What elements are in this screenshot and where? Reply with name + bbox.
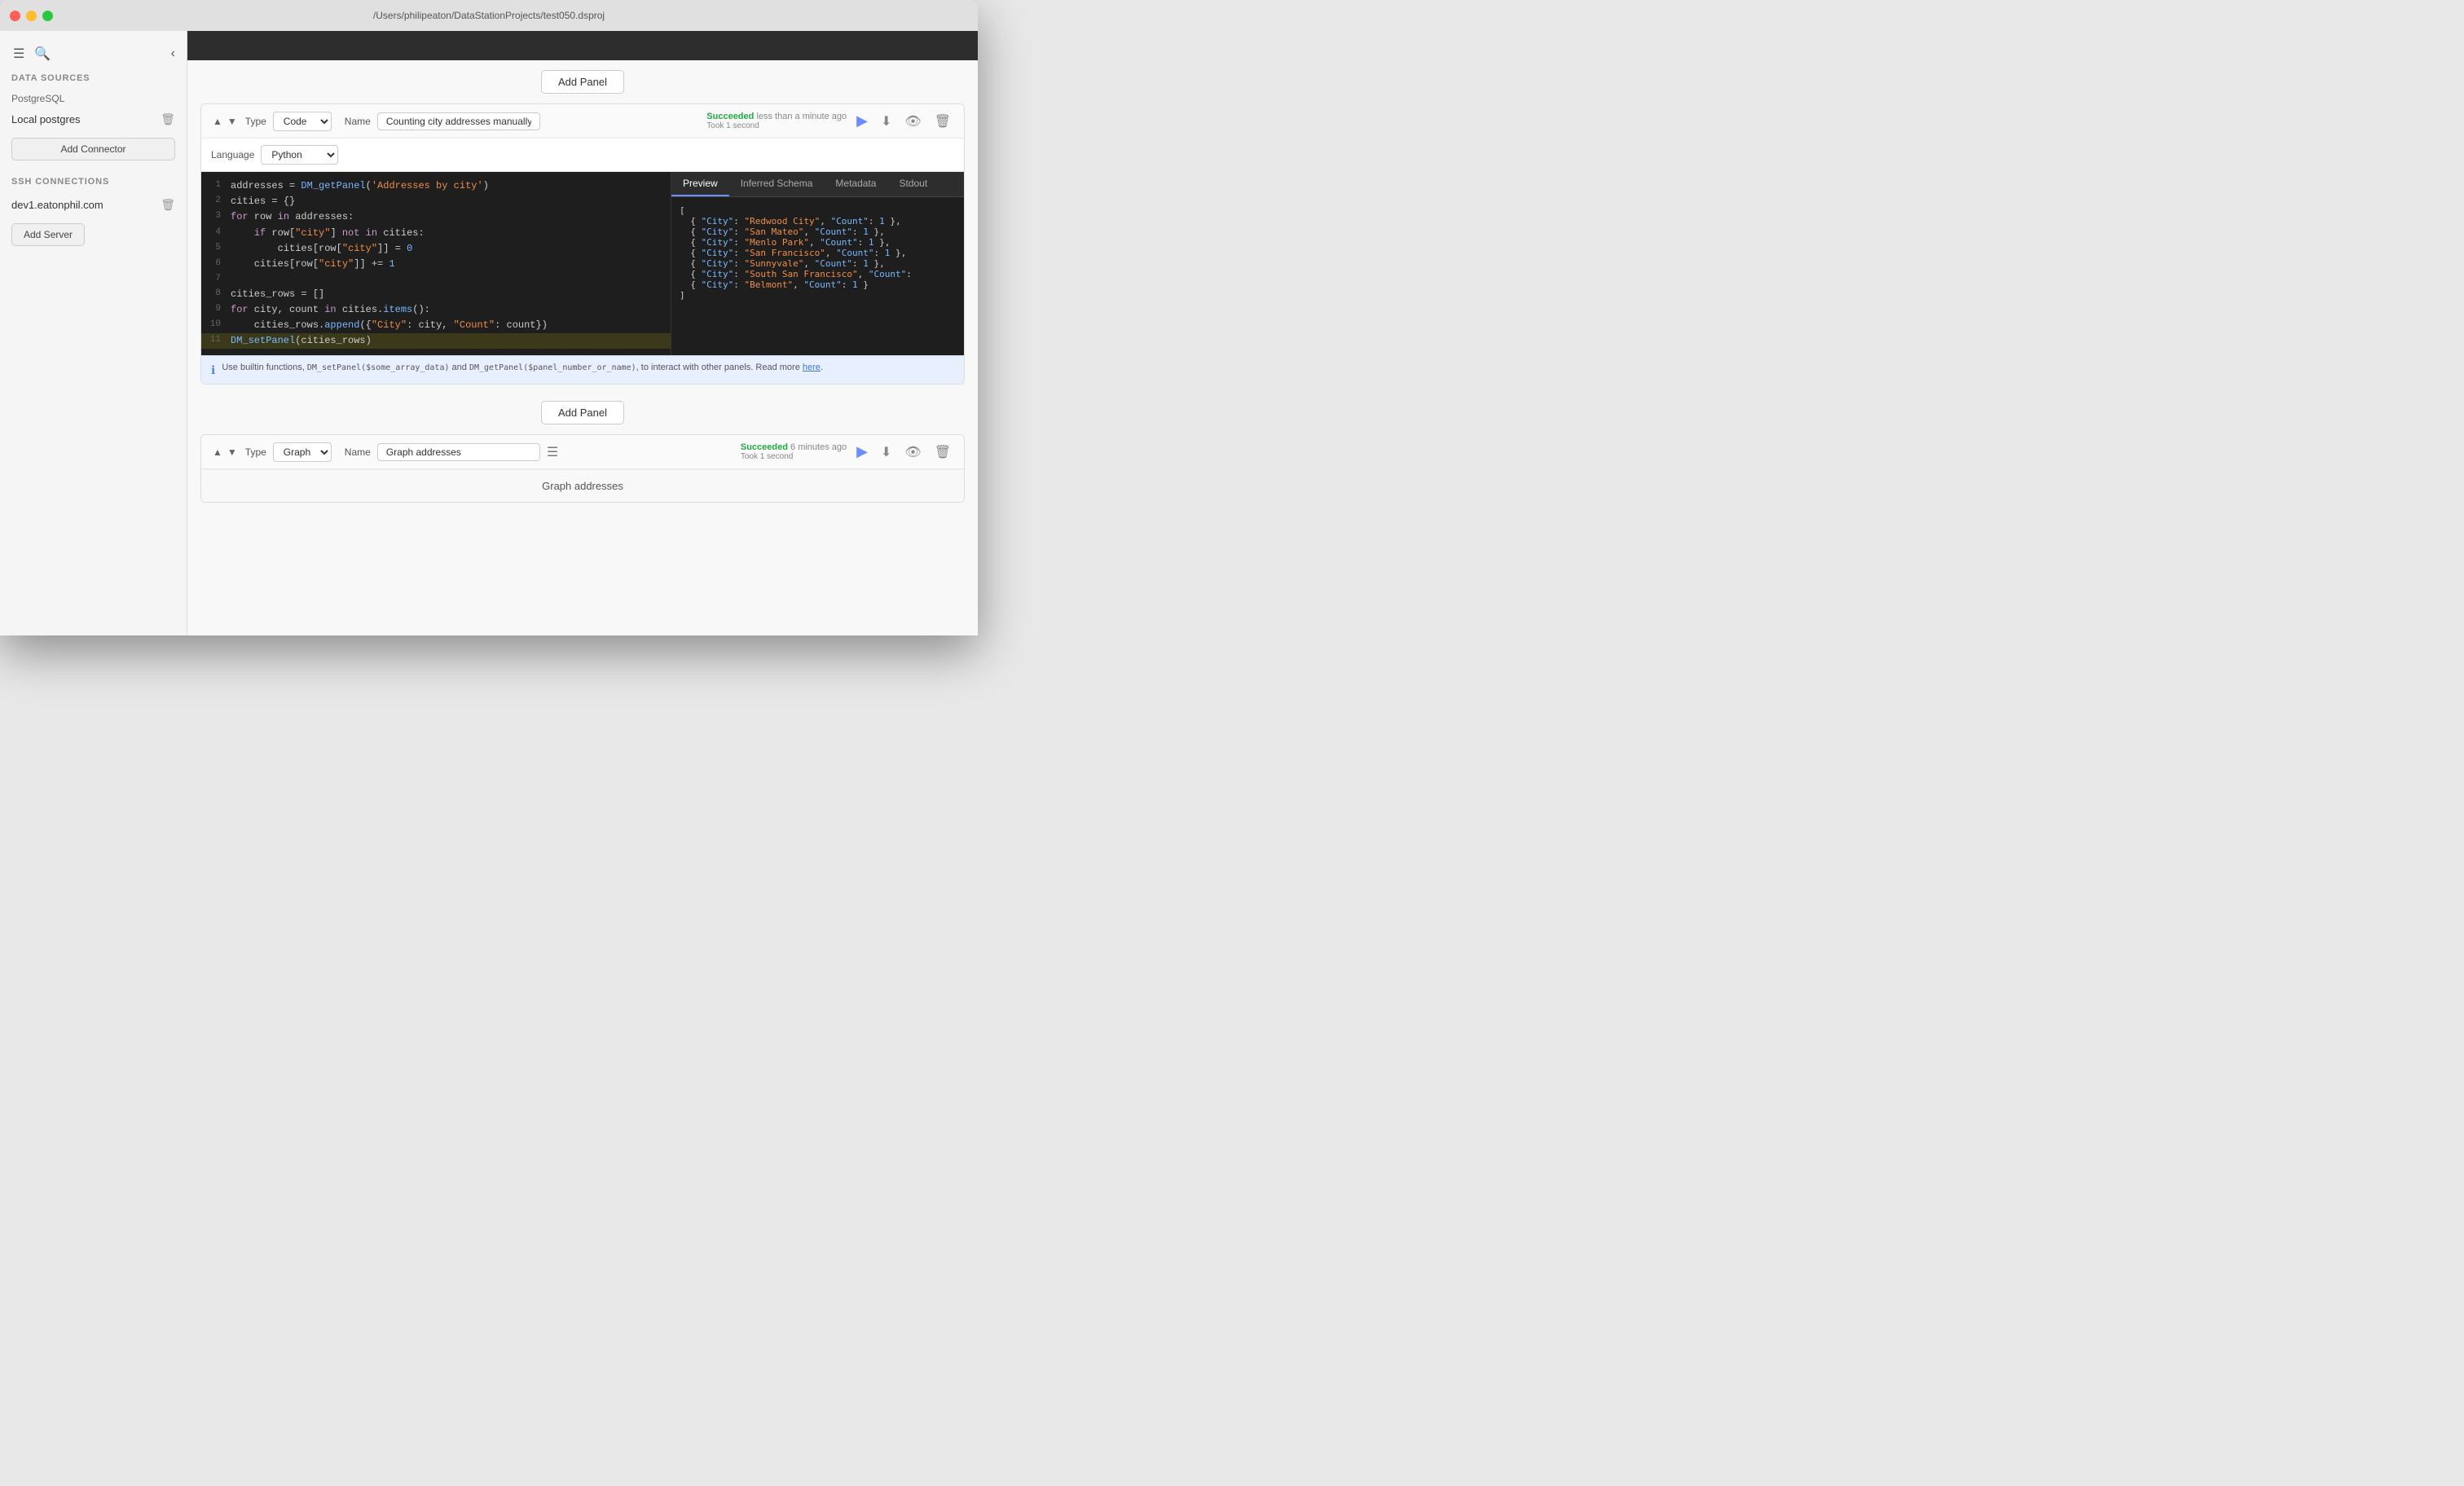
sidebar: ☰ 🔍 ‹ DATA SOURCES PostgreSQL Local post… <box>0 31 187 635</box>
delete-local-postgres-icon[interactable]: 🗑 <box>161 112 175 126</box>
graph-name-input[interactable] <box>377 443 540 461</box>
graph-panel-actions: ▶ ⬇ 👁 🗑 <box>853 442 954 462</box>
dm-set-code: DM_setPanel($some_array_data) <box>307 363 450 372</box>
panel-body: 1 addresses = DM_getPanel('Addresses by … <box>201 172 964 355</box>
hide-icon[interactable]: 👁 <box>901 112 924 131</box>
ssh-item-label: dev1.eatonphil.com <box>11 199 103 211</box>
tab-preview[interactable]: Preview <box>671 172 729 196</box>
code-line-1: 1 addresses = DM_getPanel('Addresses by … <box>201 178 671 194</box>
here-link[interactable]: here <box>803 363 821 372</box>
code-line-5: 5 cities[row["city"]] = 0 <box>201 241 671 257</box>
maximize-button[interactable] <box>42 11 53 21</box>
local-postgres-item[interactable]: Local postgres 🗑 <box>0 108 187 131</box>
delete-panel-icon[interactable]: 🗑 <box>931 112 954 131</box>
code-line-10: 10 cities_rows.append({"City": city, "Co… <box>201 318 671 333</box>
ssh-section: SSH CONNECTIONS dev1.eatonphil.com 🗑 Add… <box>0 177 187 253</box>
graph-menu-icon[interactable]: ☰ <box>547 444 558 460</box>
graph-title: Graph addresses <box>542 480 623 492</box>
graph-panel-down-arrow[interactable]: ▼ <box>226 445 239 459</box>
name-label: Name <box>345 116 371 127</box>
title-bar: /Users/philipeaton/DataStationProjects/t… <box>0 0 978 31</box>
graph-panel-status: Succeeded 6 minutes ago Took 1 second <box>741 442 847 461</box>
magnify-icon[interactable]: 🔍 <box>33 44 52 64</box>
code-panel: ▲ ▼ Type Code Graph Name Succeeded less … <box>200 103 965 385</box>
code-line-2: 2 cities = {} <box>201 194 671 209</box>
panel-name-input[interactable] <box>377 112 540 130</box>
graph-panel: ▲ ▼ Type Graph Code Name ☰ Succeeded 6 m… <box>200 434 965 503</box>
code-line-7: 7 <box>201 272 671 287</box>
top-bar <box>187 31 978 60</box>
ssh-item[interactable]: dev1.eatonphil.com 🗑 <box>0 193 187 217</box>
status-time: less than a minute ago <box>756 112 847 121</box>
local-postgres-label: Local postgres <box>11 113 81 125</box>
preview-content: [ { "City": "Redwood City", "Count": 1 }… <box>671 197 964 355</box>
download-icon[interactable]: ⬇ <box>878 112 895 131</box>
ssh-connections-label: SSH CONNECTIONS <box>0 177 187 193</box>
close-button[interactable] <box>10 11 20 21</box>
language-select[interactable]: Python JavaScript <box>261 145 338 165</box>
postgresql-label: PostgreSQL <box>0 90 187 108</box>
preview-panel: Preview Inferred Schema Metadata Stdout … <box>671 172 964 355</box>
status-succeeded: Succeeded <box>706 112 754 121</box>
add-panel-button-top[interactable]: Add Panel <box>541 70 624 94</box>
type-label: Type <box>245 116 266 127</box>
code-panel-header: ▲ ▼ Type Code Graph Name Succeeded less … <box>201 104 964 138</box>
add-panel-button-middle[interactable]: Add Panel <box>541 401 624 424</box>
graph-type-select[interactable]: Graph Code <box>273 442 332 462</box>
panel-type-select[interactable]: Code Graph <box>273 112 332 131</box>
run-button[interactable]: ▶ <box>853 111 871 131</box>
graph-status-time: 6 minutes ago <box>790 442 847 452</box>
info-icon: ℹ <box>211 363 215 377</box>
code-line-4: 4 if row["city"] not in cities: <box>201 226 671 241</box>
sidebar-collapse-button[interactable]: ‹ <box>171 46 175 61</box>
sidebar-top: ☰ 🔍 ‹ <box>0 41 187 73</box>
main-content: Add Panel ▲ ▼ Type Code Graph Name Succe… <box>187 31 978 635</box>
graph-panel-header: ▲ ▼ Type Graph Code Name ☰ Succeeded 6 m… <box>201 435 964 469</box>
add-connector-button[interactable]: Add Connector <box>11 138 175 160</box>
graph-hide-icon[interactable]: 👁 <box>901 442 924 462</box>
traffic-lights <box>10 11 53 21</box>
panel-down-arrow[interactable]: ▼ <box>226 114 239 129</box>
graph-panel-arrows: ▲ ▼ <box>211 445 239 459</box>
graph-download-icon[interactable]: ⬇ <box>878 442 895 462</box>
sidebar-top-icons: ☰ 🔍 <box>11 44 52 64</box>
dm-get-code: DM_getPanel($panel_number_or_name) <box>469 363 636 372</box>
data-sources-label: DATA SOURCES <box>0 73 187 90</box>
panel-status: Succeeded less than a minute ago Took 1 … <box>706 112 847 130</box>
info-text: Use builtin functions, DM_setPanel($some… <box>222 363 823 372</box>
tab-metadata[interactable]: Metadata <box>824 172 887 196</box>
tab-inferred-schema[interactable]: Inferred Schema <box>729 172 825 196</box>
graph-title-area: Graph addresses <box>201 469 964 502</box>
delete-ssh-icon[interactable]: 🗑 <box>161 198 175 212</box>
add-panel-row-top: Add Panel <box>187 60 978 103</box>
tab-stdout[interactable]: Stdout <box>887 172 939 196</box>
status-took: Took 1 second <box>706 121 847 130</box>
preview-tabs: Preview Inferred Schema Metadata Stdout <box>671 172 964 197</box>
search-icon[interactable]: ☰ <box>11 44 26 64</box>
graph-status-succeeded: Succeeded <box>741 442 788 452</box>
add-server-button[interactable]: Add Server <box>11 223 85 246</box>
graph-panel-up-arrow[interactable]: ▲ <box>211 445 224 459</box>
app-body: ☰ 🔍 ‹ DATA SOURCES PostgreSQL Local post… <box>0 31 978 635</box>
info-bar: ℹ Use builtin functions, DM_setPanel($so… <box>201 355 964 384</box>
code-editor[interactable]: 1 addresses = DM_getPanel('Addresses by … <box>201 172 671 355</box>
graph-run-button[interactable]: ▶ <box>853 442 871 462</box>
graph-status-took: Took 1 second <box>741 452 847 461</box>
panel-up-arrow[interactable]: ▲ <box>211 114 224 129</box>
window-title: /Users/philipeaton/DataStationProjects/t… <box>373 10 605 21</box>
language-row: Language Python JavaScript <box>201 138 964 172</box>
code-line-11: 11 DM_setPanel(cities_rows) <box>201 333 671 349</box>
code-line-9: 9 for city, count in cities.items(): <box>201 302 671 318</box>
code-line-8: 8 cities_rows = [] <box>201 287 671 302</box>
minimize-button[interactable] <box>26 11 37 21</box>
panel-actions: ▶ ⬇ 👁 🗑 <box>853 111 954 131</box>
language-label: Language <box>211 149 254 160</box>
graph-type-label: Type <box>245 446 266 458</box>
graph-delete-icon[interactable]: 🗑 <box>931 442 954 462</box>
code-line-3: 3 for row in addresses: <box>201 209 671 225</box>
code-line-6: 6 cities[row["city"]] += 1 <box>201 257 671 272</box>
graph-name-label: Name <box>345 446 371 458</box>
add-panel-row-middle: Add Panel <box>187 391 978 434</box>
panel-arrows: ▲ ▼ <box>211 114 239 129</box>
